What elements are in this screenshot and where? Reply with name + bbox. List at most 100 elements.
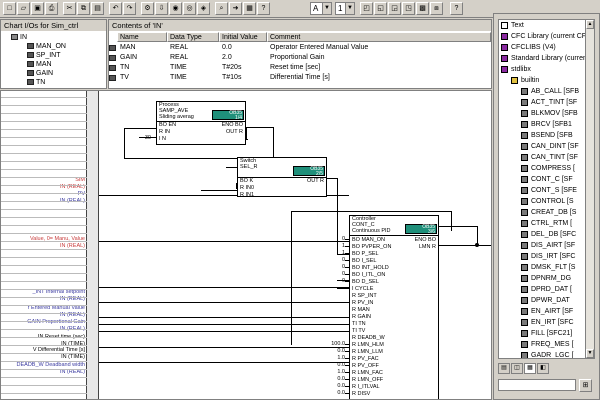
port-eno[interactable]: ENO BO — [222, 122, 243, 128]
port-ctrl-left[interactable]: R PV_IN — [352, 300, 373, 306]
ctrl-param-value[interactable]: 1.0 — [323, 369, 345, 375]
margin-io-label[interactable]: PV — [1, 191, 85, 197]
library-item[interactable]: DPRD_DAT [ — [521, 284, 572, 295]
ctrl-param-value[interactable]: 0 — [323, 271, 345, 277]
toolbar-undo-button[interactable]: ↶ — [109, 2, 122, 15]
port-ctrl-left[interactable]: R GAIN — [352, 314, 371, 320]
toolbar-save-button[interactable]: ▣ — [31, 2, 44, 15]
page-combo[interactable]: 1 ▼ — [335, 2, 355, 15]
toolbar-view-2-button[interactable]: ◲ — [388, 2, 401, 15]
port-ctrl-left[interactable]: R LMN_OFF — [352, 377, 383, 383]
signal-wire[interactable] — [99, 317, 349, 318]
toolbar-view-0-button[interactable]: ◰ — [360, 2, 373, 15]
library-item[interactable]: DPWR_DAT — [521, 295, 570, 306]
library-item[interactable]: FILL [SFC21] — [521, 328, 572, 339]
port-ctrl-left[interactable]: TI TV — [352, 328, 365, 334]
ctrl-param-value[interactable]: 100.0 — [323, 341, 345, 347]
library-item[interactable]: builtin — [511, 75, 539, 86]
library-item[interactable]: DMSK_FLT [S — [521, 262, 575, 273]
table-row[interactable]: MAN REAL 0.0 Operator Entered Manual Value — [109, 43, 489, 53]
library-item[interactable]: DIS_IRT [SFC — [521, 251, 575, 262]
signal-wire[interactable] — [451, 211, 452, 231]
library-item[interactable]: CTRL_RTM [ — [521, 218, 572, 229]
signal-wire[interactable] — [99, 324, 349, 325]
library-tab-label[interactable]: Text — [501, 20, 524, 31]
toolbar-test-button[interactable]: ◉ — [169, 2, 182, 15]
io-tree-item[interactable]: IN — [11, 33, 27, 42]
port-ctrl-left[interactable]: R LMN_HLM — [352, 342, 384, 348]
library-item[interactable]: EN_IRT [SFC — [521, 317, 574, 328]
port-ctrl-left[interactable]: BO I_SEL — [352, 258, 376, 264]
block-process[interactable]: Process SAMP_AVE Sliding averag OB35 1/4… — [156, 101, 246, 145]
ctrl-param-value[interactable]: 1 — [323, 243, 345, 249]
toolbar-new-button[interactable]: □ — [3, 2, 16, 15]
signal-wire[interactable] — [99, 241, 349, 242]
port-ctrl-left[interactable]: BO MAN_ON — [352, 237, 385, 243]
column-header-name[interactable]: Name — [117, 32, 167, 42]
toolbar-goto-button[interactable]: ➜ — [229, 2, 242, 15]
library-item[interactable]: EN_AIRT [SF — [521, 306, 573, 317]
ctrl-param-value[interactable]: 0 — [323, 236, 345, 242]
toolbar-paste-button[interactable]: ▤ — [91, 2, 104, 15]
font-size-combo[interactable]: A ▼ — [310, 2, 332, 15]
port-ctrl-eno[interactable]: ENO BO — [415, 237, 436, 243]
toolbar-watch-button[interactable]: ◈ — [197, 2, 210, 15]
ctrl-param-value[interactable]: 0.0 — [323, 376, 345, 382]
signal-wire[interactable] — [99, 287, 349, 288]
library-item[interactable]: stdlibx — [501, 64, 531, 75]
library-item[interactable]: BSEND [SFB — [521, 130, 573, 141]
tab-charts-icon[interactable]: ◫ — [511, 363, 523, 374]
ctrl-param-value[interactable]: 0.0 — [323, 383, 345, 389]
tab-search-icon[interactable]: ◧ — [537, 363, 549, 374]
port-n[interactable]: I N — [159, 136, 166, 142]
help-icon[interactable]: ? — [450, 2, 463, 15]
signal-wire[interactable] — [99, 331, 349, 332]
io-tree-item[interactable]: MAN_ON — [27, 42, 66, 51]
library-item[interactable]: CONTROL [S — [521, 196, 574, 207]
table-row[interactable]: TN TIME T#20s Reset time [sec] — [109, 63, 489, 73]
port-out[interactable]: OUT R — [226, 129, 243, 135]
signal-wire[interactable] — [99, 302, 349, 303]
library-item[interactable]: CAN_TINT [SF — [521, 152, 578, 163]
signal-wire[interactable] — [201, 190, 237, 191]
library-item[interactable]: CFC Library (current CFC — [501, 31, 591, 42]
io-tree-item[interactable]: MAN — [27, 60, 52, 69]
signal-wire[interactable] — [99, 347, 349, 348]
port-ctrl-left[interactable]: R LMN_LLM — [352, 349, 383, 355]
port-ctrl-lmn[interactable]: LMN R — [419, 244, 436, 250]
toolbar-props-button[interactable]: ▦ — [243, 2, 256, 15]
io-tree-item[interactable]: GAIN — [27, 69, 53, 78]
table-row[interactable]: GAIN REAL 2.0 Proportional Gain — [109, 53, 489, 63]
library-item[interactable]: FREQ_MES [ — [521, 339, 573, 350]
ctrl-param-value[interactable]: 0.0 — [323, 348, 345, 354]
library-tree[interactable]: Text CFC Library (current CFC CFCLIBS (V4)… — [498, 19, 595, 359]
io-tree-item[interactable]: SP_INT — [27, 51, 61, 60]
ctrl-param-value[interactable]: 0 — [323, 257, 345, 263]
toolbar-view-5-button[interactable]: ⧈ — [430, 2, 443, 15]
library-item[interactable]: DPNRM_DG — [521, 273, 571, 284]
library-item[interactable]: CREAT_DB [S — [521, 207, 576, 218]
port-ctrl-left[interactable]: TI TN — [352, 321, 366, 327]
signal-wire[interactable] — [226, 167, 237, 168]
port-ctrl-left[interactable]: BO INT_HOLD — [352, 265, 389, 271]
port-ctrl-left[interactable]: I CYCLE — [352, 286, 373, 292]
toolbar-redo-button[interactable]: ↷ — [123, 2, 136, 15]
scroll-down-arrow-icon[interactable]: ▼ — [586, 349, 594, 358]
column-header-data-type[interactable]: Data Type — [167, 32, 219, 42]
library-search-button[interactable]: ⊞ — [579, 379, 592, 392]
toolbar-compile-button[interactable]: ⚙ — [141, 2, 154, 15]
toolbar-view-4-button[interactable]: ▩ — [416, 2, 429, 15]
port-in0[interactable]: R IN0 — [240, 185, 254, 191]
library-item[interactable]: CONT_C [SF — [521, 174, 573, 185]
port-ctrl-left[interactable]: R DEADB_W — [352, 335, 385, 341]
signal-wire[interactable] — [439, 226, 477, 227]
ctrl-param-value[interactable]: 0 — [323, 264, 345, 270]
library-item[interactable]: COMPRESS [ — [521, 163, 575, 174]
port-ctrl-left[interactable]: BO PVPER_ON — [352, 244, 391, 250]
signal-wire[interactable] — [99, 362, 349, 363]
signal-wire[interactable] — [244, 127, 274, 128]
port-ctrl-left[interactable]: R DISV — [352, 391, 370, 397]
port-in1[interactable]: R IN1 — [240, 192, 254, 198]
signal-wire[interactable] — [124, 158, 237, 159]
toolbar-print-button[interactable]: ⎙ — [45, 2, 58, 15]
